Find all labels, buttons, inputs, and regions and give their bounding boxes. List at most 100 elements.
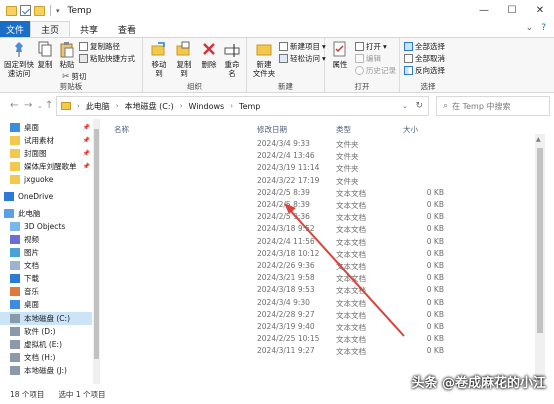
nav-item[interactable]: 媒体库刘醒歌单 📌	[0, 160, 92, 173]
recent-locations-chevron-icon[interactable]: ⌄	[37, 102, 43, 110]
file-row[interactable]: 667A2167-F0F4-4946-913A-7AA7B5B...2024/3…	[104, 138, 532, 150]
copy-icon	[38, 41, 52, 57]
file-row[interactable]: mat-debug-4776.log2024/2/26 9:36文本文档0 KB	[104, 260, 532, 272]
nav-item[interactable]: 音乐	[0, 285, 92, 298]
edit-button[interactable]: 编辑	[355, 53, 381, 64]
refresh-icon[interactable]: ↻	[415, 101, 423, 111]
file-type: 文本文档	[336, 298, 366, 308]
column-header-type[interactable]: 类型	[336, 124, 351, 135]
address-field[interactable]: › 此电脑 › 本地磁盘 (C:) › Windows › Temp ⌄ ↻	[56, 96, 429, 116]
file-row[interactable]: mat-debug-5096.log2024/2/28 9:27文本文档0 KB	[104, 309, 532, 321]
select-none-button[interactable]: 全部取消	[404, 53, 445, 64]
nav-item[interactable]: jxguoke	[0, 173, 92, 186]
nav-item[interactable]: 桌面 📌	[0, 121, 92, 134]
paste-shortcut-button[interactable]: 粘贴快捷方式	[79, 53, 135, 64]
up-arrow-icon[interactable]: ↑	[45, 100, 53, 111]
nav-item[interactable]: 3D Objects	[0, 220, 92, 233]
file-row[interactable]: FXSTIFFDebugLogFile.txt2024/2/5 8:39文本文档…	[104, 199, 532, 211]
tab-view[interactable]: 查看	[108, 21, 146, 37]
file-date: 2024/2/5 9:36	[257, 212, 310, 222]
nav-item[interactable]: 此电脑	[0, 207, 92, 220]
scroll-up-icon[interactable]: ▲	[536, 136, 541, 143]
copy-path-button[interactable]: 复制路径	[79, 41, 120, 52]
file-row[interactable]: mat-debug-4804.log2024/3/21 9:58文本文档0 KB	[104, 272, 532, 284]
select-all-button[interactable]: 全部选择	[404, 41, 445, 52]
back-arrow-icon[interactable]: ←	[10, 100, 18, 111]
forward-arrow-icon[interactable]: →	[24, 100, 32, 111]
close-button[interactable]: ✕	[526, 0, 554, 21]
move-to-button[interactable]: 移动到	[148, 41, 170, 78]
new-folder-icon	[256, 44, 272, 56]
column-header-size[interactable]: 大小	[403, 124, 418, 135]
delete-button[interactable]: 删除	[200, 41, 218, 69]
file-size: 0 KB	[426, 273, 444, 283]
new-item-button[interactable]: 新建项目 ▾	[279, 41, 326, 52]
file-row[interactable]: FXSAPIDebugLogFile.txt2024/2/5 8:39文本文档0…	[104, 187, 532, 199]
file-row[interactable]: mat-debug-5548.log2024/3/11 9:27文本文档0 KB	[104, 345, 532, 357]
open-button[interactable]: 打开 ▾	[355, 41, 387, 52]
maximize-button[interactable]: ☐	[498, 0, 526, 21]
nav-item[interactable]: 图片	[0, 246, 92, 259]
file-list: 名称 修改日期 类型 大小 667A2167-F0F4-4946-913A-7A…	[100, 119, 554, 384]
file-row[interactable]: vmware-SYSTEM2024/3/22 17:19文件夹	[104, 175, 532, 187]
file-list-scrollbar[interactable]: ▲ ▼	[535, 134, 545, 384]
paste-button[interactable]: 粘贴	[58, 41, 76, 69]
copy-button[interactable]: 复制	[36, 41, 54, 69]
new-folder-button[interactable]: 新建 文件夹	[251, 41, 277, 78]
open-group: 属性 打开 ▾ 编辑 历史记录 打开	[325, 38, 400, 93]
nav-item[interactable]: 本地磁盘 (C:)	[0, 312, 92, 325]
breadcrumb-windows[interactable]: Windows	[189, 102, 225, 111]
tab-file[interactable]: 文件	[0, 21, 30, 37]
nav-item[interactable]: 视频	[0, 233, 92, 246]
file-row[interactable]: mat-debug-5324.log2024/2/25 10:15文本文档0 K…	[104, 333, 532, 345]
chevron-down-icon[interactable]: ⌄	[526, 23, 534, 33]
navigation-scrollbar[interactable]	[93, 119, 100, 384]
easy-access-button[interactable]: 轻松访问 ▾	[279, 53, 326, 64]
invert-selection-button[interactable]: 反向选择	[404, 65, 445, 76]
nav-item[interactable]: 桌面	[0, 298, 92, 311]
search-input[interactable]: ⌕ 在 Temp 中搜索	[436, 96, 550, 116]
nav-item[interactable]: 下载	[0, 272, 92, 285]
nav-item[interactable]: 虚拟机 (E:)	[0, 338, 92, 351]
nav-item[interactable]: 封面图 📌	[0, 147, 92, 160]
help-icon[interactable]: ?	[541, 23, 546, 33]
file-row[interactable]: SDIAG_407d8274-483a-4315-8c11-57...2024/…	[104, 162, 532, 174]
nav-item[interactable]: 本地磁盘 (J:)	[0, 364, 92, 377]
nav-item[interactable]: OneDrive	[0, 190, 92, 203]
file-row[interactable]: mat-debug-4220.log2024/2/5 9:36文本文档0 KB	[104, 211, 532, 223]
file-row[interactable]: mat-debug-5196.log2024/3/19 9:40文本文档0 KB	[104, 321, 532, 333]
tab-home[interactable]: 主页	[30, 21, 71, 37]
nav-item[interactable]: 文档	[0, 259, 92, 272]
file-row[interactable]: mat-debug-4716.log2024/3/18 10:12文本文档0 K…	[104, 248, 532, 260]
nav-item[interactable]: 软件 (D:)	[0, 325, 92, 338]
chevron-down-icon[interactable]: ⌄	[402, 102, 408, 110]
chevron-down-icon[interactable]: ▾	[56, 7, 60, 15]
pin-quick-access-button[interactable]: 固定到快 速访问	[4, 41, 34, 78]
file-type: 文件夹	[336, 164, 359, 174]
properties-button[interactable]: 属性	[329, 41, 351, 69]
nav-item-label: jxguoke	[24, 175, 54, 184]
file-row[interactable]: Crashpad2024/2/4 13:46文件夹	[104, 150, 532, 162]
file-date: 2024/2/25 10:15	[257, 334, 320, 344]
file-size: 0 KB	[426, 224, 444, 234]
column-header-date[interactable]: 修改日期	[257, 124, 287, 135]
history-button[interactable]: 历史记录	[355, 65, 396, 76]
nav-item[interactable]: 试用素材 📌	[0, 134, 92, 147]
breadcrumb-this-pc[interactable]: 此电脑	[86, 101, 110, 112]
nav-item[interactable]: 文档 (H:)	[0, 351, 92, 364]
column-header-name[interactable]: 名称	[114, 124, 129, 135]
breadcrumb-temp[interactable]: Temp	[239, 102, 260, 111]
properties-quick-icon[interactable]	[20, 5, 31, 16]
file-row[interactable]: mat-debug-4836.log2024/3/18 9:53文本文档0 KB	[104, 284, 532, 296]
file-row[interactable]: mat-debug-5080.log2024/3/4 9:30文本文档0 KB	[104, 297, 532, 309]
file-date: 2024/3/18 9:53	[257, 285, 315, 295]
new-folder-quick-icon[interactable]	[34, 5, 45, 16]
folder-icon	[10, 175, 20, 184]
breadcrumb-drive-c[interactable]: 本地磁盘 (C:)	[125, 101, 174, 112]
minimize-button[interactable]: —	[470, 0, 498, 21]
rename-button[interactable]: 重命名	[221, 41, 243, 78]
copy-to-button[interactable]: 复制到	[173, 41, 195, 78]
file-row[interactable]: mat-debug-4324.log2024/3/18 9:52文本文档0 KB	[104, 223, 532, 235]
tab-share[interactable]: 共享	[70, 21, 108, 37]
file-row[interactable]: mat-debug-4508.log2024/2/4 11:56文本文档0 KB	[104, 236, 532, 248]
